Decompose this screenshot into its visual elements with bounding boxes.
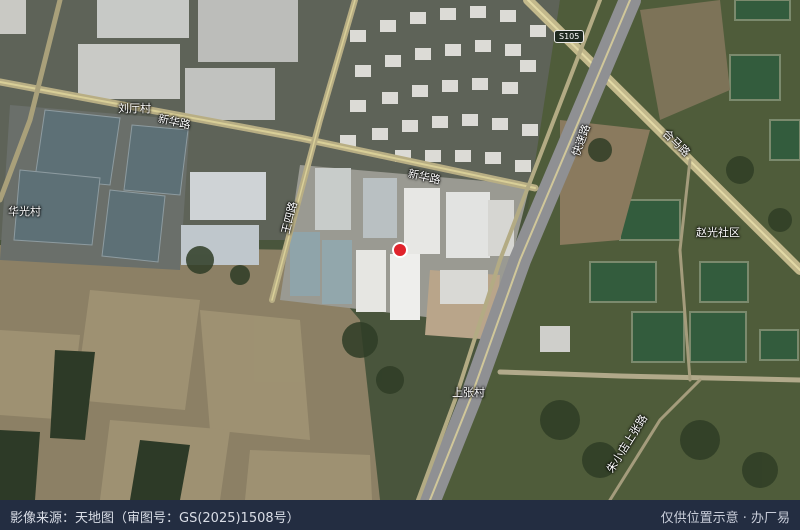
location-note-text: 仅供位置示意 · 办厂易 — [660, 511, 790, 526]
imagery-source-text: 影像来源：天地图（审图号：GS(2025)1508号） — [10, 511, 300, 526]
satellite-map[interactable]: 刘厅村 新华路 新华路 王四路 华光村 合马路 S105 快速路 赵光社区 上张… — [0, 0, 800, 500]
community-label-zhaoguang: 赵光社区 — [696, 226, 740, 239]
attribution-bar: 影像来源：天地图（审图号：GS(2025)1508号） 仅供位置示意 · 办厂易 — [0, 500, 800, 530]
village-label-huaguang: 华光村 — [8, 205, 41, 218]
location-marker[interactable] — [392, 242, 408, 258]
route-shield-s105: S105 — [554, 30, 585, 43]
village-label-shangzhang: 上张村 — [452, 386, 485, 399]
village-label-liuting: 刘厅村 — [118, 102, 151, 115]
